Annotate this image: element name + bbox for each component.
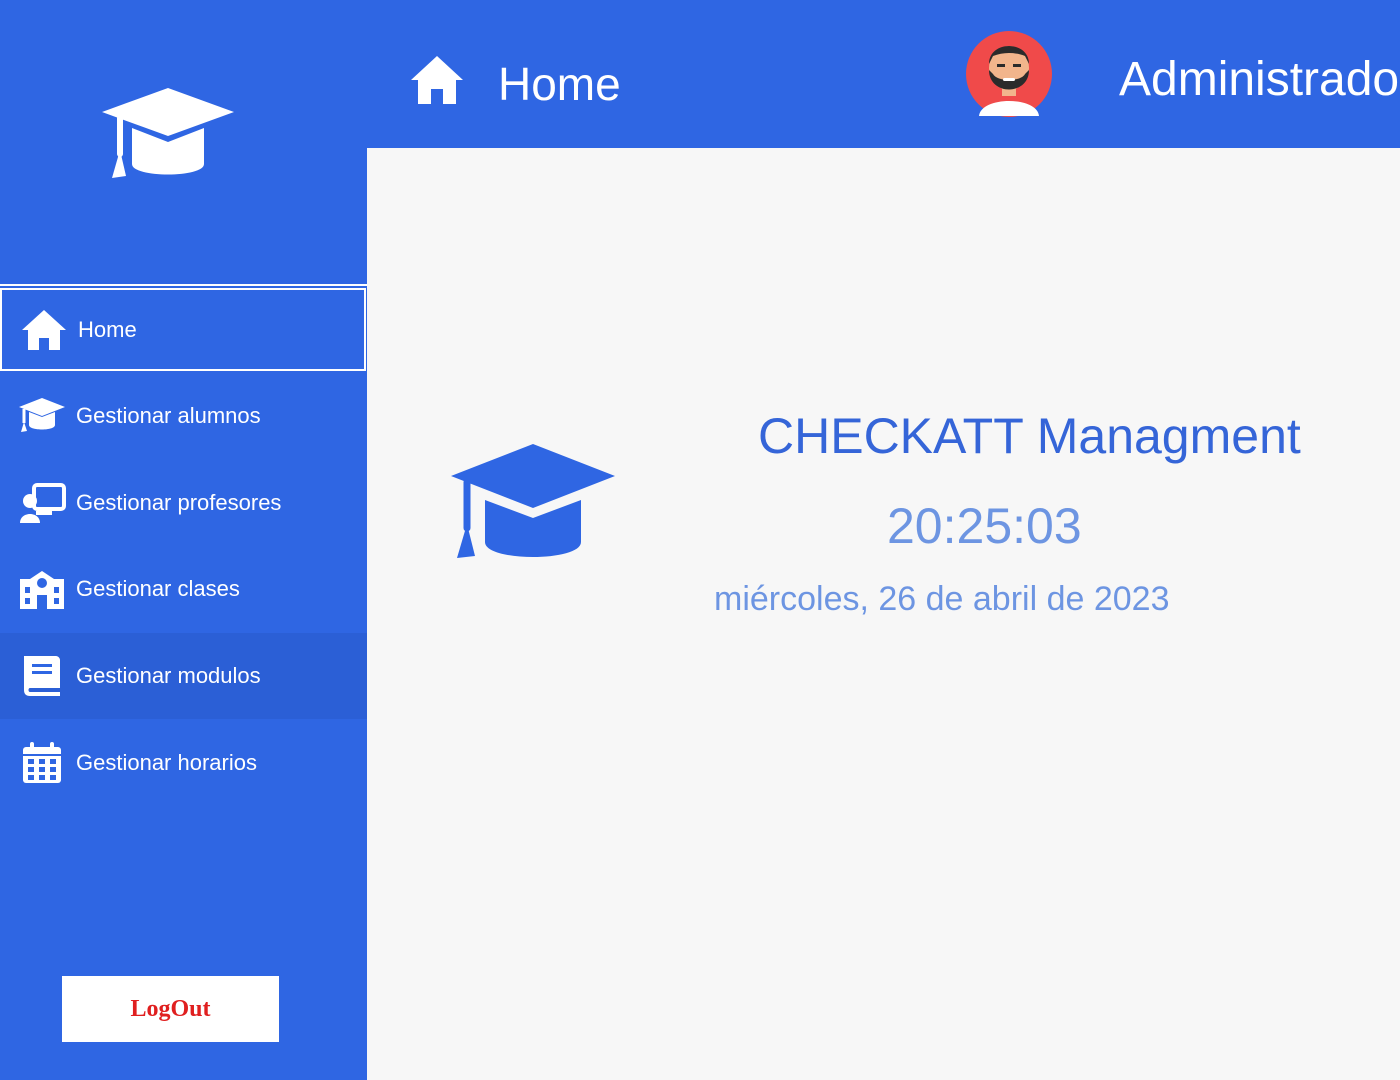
- sidebar-item-gestionar-clases[interactable]: Gestionar clases: [0, 546, 367, 632]
- home-icon: [409, 54, 465, 106]
- sidebar-item-label: Gestionar clases: [76, 576, 240, 601]
- sidebar-item-gestionar-modulos[interactable]: Gestionar modulos: [0, 633, 367, 719]
- graduation-cap-icon: [447, 440, 619, 568]
- sidebar: Home Gestionar alumnos Gestionar profeso…: [0, 0, 367, 1080]
- sidebar-item-label: Gestionar profesores: [76, 490, 282, 515]
- home-icon: [20, 306, 68, 354]
- user-name[interactable]: Administrador: [1119, 50, 1400, 110]
- teacher-board-icon: [18, 479, 66, 527]
- sidebar-item-label: Home: [78, 316, 137, 342]
- school-building-icon: [18, 565, 66, 613]
- clock: 20:25:03: [887, 498, 1082, 554]
- sidebar-item-gestionar-alumnos[interactable]: Gestionar alumnos: [0, 373, 367, 459]
- sidebar-divider: [0, 284, 367, 286]
- sidebar-item-label: Gestionar horarios: [76, 750, 257, 775]
- logout-button[interactable]: LogOut: [62, 976, 279, 1042]
- calendar-icon: [18, 739, 66, 787]
- main-content: CHECKATT Managment 20:25:03 miércoles, 2…: [367, 148, 1400, 1080]
- avatar[interactable]: [965, 30, 1053, 118]
- page-title: Home: [498, 58, 621, 110]
- graduation-cap-icon: [98, 80, 238, 190]
- sidebar-item-gestionar-profesores[interactable]: Gestionar profesores: [0, 460, 367, 546]
- app-title: CHECKATT Managment: [758, 408, 1301, 464]
- book-icon: [18, 652, 66, 700]
- graduation-cap-icon: [18, 392, 66, 440]
- sidebar-item-home[interactable]: Home: [0, 288, 366, 371]
- date: miércoles, 26 de abril de 2023: [714, 580, 1170, 618]
- app-window: Home Gestionar alumnos Gestionar profeso…: [0, 0, 1400, 1080]
- header: Home Administrador: [367, 0, 1400, 148]
- sidebar-item-gestionar-horarios[interactable]: Gestionar horarios: [0, 720, 367, 806]
- sidebar-item-label: Gestionar modulos: [76, 663, 261, 688]
- sidebar-item-label: Gestionar alumnos: [76, 403, 261, 428]
